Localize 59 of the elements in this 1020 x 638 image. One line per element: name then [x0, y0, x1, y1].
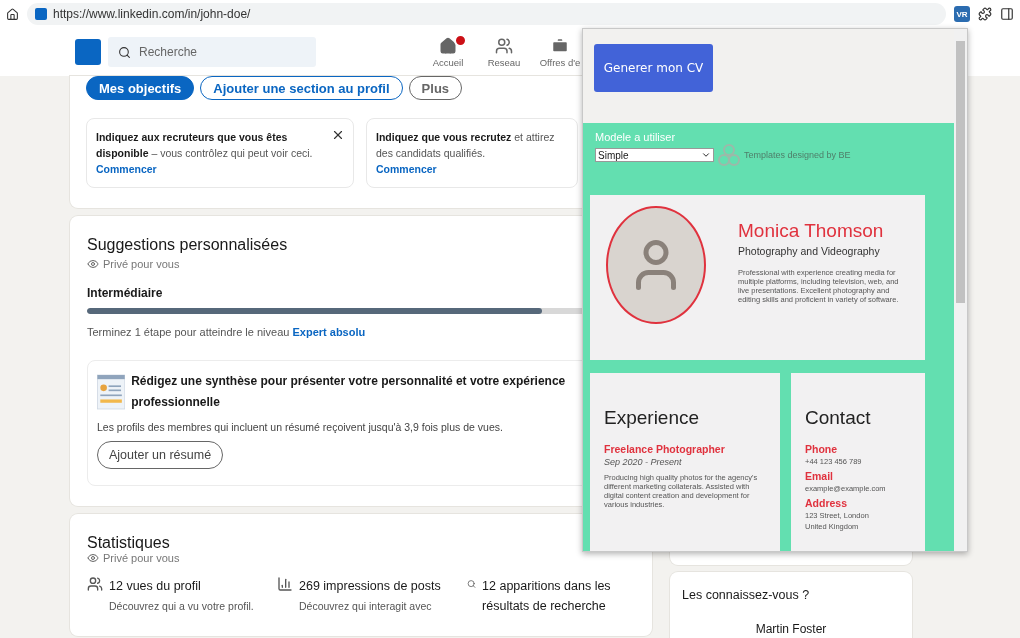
contact-label: Phone [805, 443, 839, 455]
search-field[interactable]: Recherche [108, 37, 316, 67]
level-label: Intermédiaire [87, 286, 164, 300]
eye-icon [87, 552, 99, 564]
stat-description: Découvrez qui a vu votre profil. [109, 600, 254, 612]
add-summary-button[interactable]: Ajouter un résumé [97, 441, 224, 469]
experience-title: Experience [604, 407, 701, 429]
home-icon[interactable] [6, 7, 19, 21]
nav-item[interactable]: Reseau [476, 36, 532, 68]
extension-button[interactable]: VR [954, 6, 970, 22]
privacy-label: Privé pour vous [103, 258, 180, 270]
level-link[interactable]: Expert absolu [292, 326, 366, 338]
stat-description: Découvrez qui interagit avec [299, 600, 433, 612]
start-link[interactable]: Commencer [376, 161, 569, 177]
people-title: Les connaissez-vous ? [682, 588, 811, 602]
chevron-down-icon [701, 150, 711, 160]
privacy-label: Privé pour vous [103, 552, 180, 564]
puzzle-icon[interactable] [978, 7, 992, 21]
eye-icon [87, 258, 99, 270]
summary-title: Rédigez une synthèse pour présenter votre personnalité et votre expérience professionnelle [131, 373, 567, 411]
contact-label: Address [805, 497, 848, 509]
search-placeholder: Recherche [139, 45, 198, 59]
side-panel-icon[interactable] [1000, 7, 1014, 21]
profile-action-button[interactable]: Mes objectifs [86, 76, 195, 100]
address-bar[interactable]: https://www.linkedin.com/in/john-doe/ [27, 3, 946, 25]
prompt-text: Indiquez aux recruteurs que vous êtes disponible – vous contrôlez qui peut voir ceci. [96, 130, 314, 161]
section-title: Suggestions personnalisées [87, 236, 289, 254]
stat-title[interactable]: 12 apparitions dans les résultats de recherche [482, 576, 627, 616]
profile-document-icon [97, 371, 126, 413]
job-title: Freelance Photographer [604, 443, 726, 455]
stat-title[interactable]: 269 impressions de posts [299, 576, 441, 596]
search-icon [118, 45, 131, 59]
site-favicon-icon [35, 8, 47, 20]
template-credit: Templates designed by BE [744, 150, 851, 160]
scrollbar[interactable] [954, 29, 967, 551]
template-label: Modele a utiliser [595, 131, 676, 143]
job-dates: Sep 2020 - Present [604, 457, 683, 467]
person-name[interactable]: Martin Foster [755, 622, 827, 636]
people-icon [87, 576, 103, 592]
home-icon [439, 36, 457, 55]
profile-action-button[interactable]: Plus [408, 76, 463, 100]
contact-label: Email [805, 470, 834, 482]
stat-title[interactable]: 12 vues du profil [109, 576, 254, 596]
cv-name: Monica Thomson [738, 220, 885, 242]
start-link[interactable]: Commencer [96, 161, 327, 177]
cv-headline: Photography and Videography [738, 245, 881, 257]
close-button[interactable] [331, 128, 345, 142]
contact-title: Contact [805, 407, 872, 429]
template-select[interactable]: Simple [595, 148, 714, 162]
bar-chart-icon [277, 576, 293, 592]
generate-cv-button[interactable]: Generer mon CV [594, 44, 713, 92]
section-title: Statistiques [87, 534, 171, 552]
nav-item[interactable]: Accueil [420, 36, 476, 68]
profile-action-button[interactable]: Ajouter une section au profil [200, 76, 403, 100]
prompt-text: Indiquez que vous recrutez et attirez des candidats qualifiés. [376, 130, 556, 161]
notification-dot [454, 33, 467, 47]
people-icon [495, 36, 513, 55]
summary-text: Les profils des membres qui incluent un résumé reçoivent jusqu'à 3,9 fois plus de vues. [97, 421, 504, 433]
briefcase-icon [551, 36, 569, 55]
